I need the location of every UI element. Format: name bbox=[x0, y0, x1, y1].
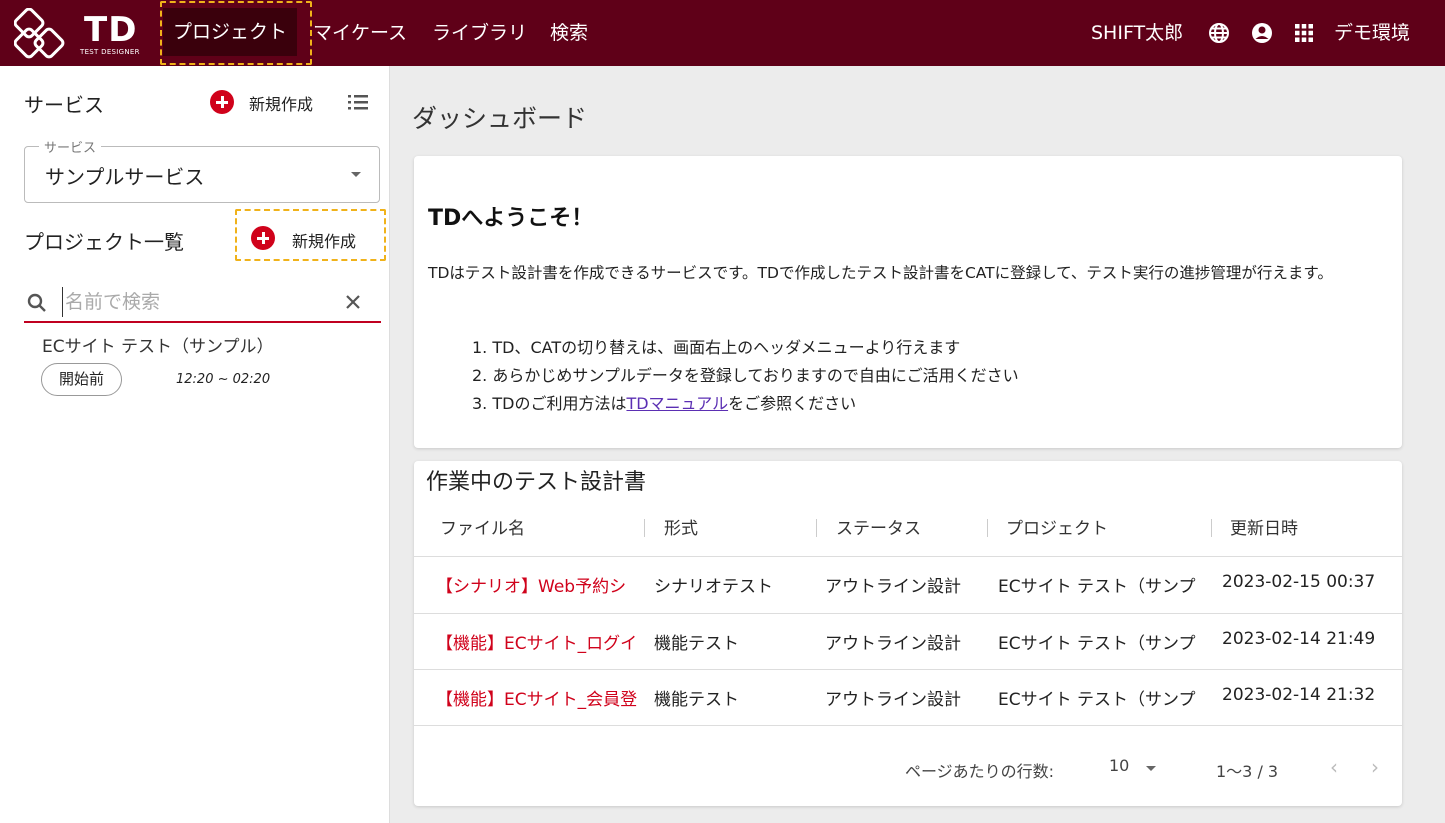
search-icon bbox=[27, 293, 46, 312]
nav-library[interactable]: ライブラリ bbox=[432, 0, 527, 66]
dropdown-caret-icon[interactable] bbox=[1146, 766, 1156, 771]
app-header: TD TEST DESIGNER プロジェクト マイケース ライブラリ 検索 S… bbox=[0, 0, 1445, 66]
file-name-link[interactable]: 【シナリオ】Web予約シ bbox=[436, 572, 654, 597]
table-row[interactable]: 【シナリオ】Web予約シ シナリオテスト アウトライン設計 ECサイト テスト（… bbox=[414, 556, 1402, 612]
table-row[interactable]: 【機能】ECサイト_会員登 機能テスト アウトライン設計 ECサイト テスト（サ… bbox=[414, 669, 1402, 725]
recent-docs-title: 作業中のテスト設計書 bbox=[426, 470, 647, 495]
project-time: 12:20 ~ 02:20 bbox=[176, 372, 271, 387]
file-status: アウトライン設計 bbox=[825, 690, 961, 710]
project-search-input[interactable] bbox=[62, 287, 332, 317]
welcome-description: TDはテスト設計書を作成できるサービスです。TDで作成したテスト設計書をCATに… bbox=[428, 264, 1333, 282]
file-type: 機能テスト bbox=[654, 690, 739, 710]
globe-icon[interactable] bbox=[1207, 21, 1231, 45]
service-new-button[interactable]: 新規作成 bbox=[249, 91, 313, 115]
table-bottom-border bbox=[414, 725, 1402, 726]
item3-prefix: 3. TDのご利用方法は bbox=[472, 394, 627, 413]
project-new-button[interactable]: 新規作成 bbox=[292, 228, 356, 252]
environment-switch[interactable]: デモ環境 bbox=[1334, 0, 1410, 66]
project-search bbox=[24, 283, 381, 323]
rows-per-page-select[interactable]: 10 bbox=[1109, 756, 1129, 775]
column-separator bbox=[816, 519, 817, 537]
account-circle-icon[interactable] bbox=[1250, 21, 1274, 45]
file-project: ECサイト テスト（サンプ bbox=[998, 690, 1196, 710]
table-row[interactable]: 【機能】ECサイト_ログイ 機能テスト アウトライン設計 ECサイト テスト（サ… bbox=[414, 613, 1402, 669]
clear-icon[interactable] bbox=[344, 293, 362, 311]
file-status: アウトライン設計 bbox=[825, 634, 961, 654]
nav-search[interactable]: 検索 bbox=[550, 0, 588, 66]
pagination-range: 1〜3 / 3 bbox=[1216, 762, 1279, 781]
file-updated: 2023-02-15 00:37 bbox=[1222, 572, 1376, 592]
nav-mycase[interactable]: マイケース bbox=[313, 0, 407, 66]
user-name[interactable]: SHIFT太郎 bbox=[1091, 0, 1183, 66]
page-title: ダッシュボード bbox=[412, 104, 588, 133]
project-list-title: プロジェクト一覧 bbox=[24, 230, 184, 254]
service-select-value: サンプルサービス bbox=[45, 165, 205, 189]
file-type: シナリオテスト bbox=[654, 577, 773, 597]
service-select-label: サービス bbox=[39, 137, 102, 156]
column-separator bbox=[644, 519, 645, 537]
apps-grid-icon[interactable] bbox=[1292, 21, 1316, 45]
logo-mark-icon bbox=[14, 8, 65, 59]
left-panel: サービス 新規作成 サービス サンプルサービス プロジェクト一覧 新規作成 EC… bbox=[0, 66, 390, 823]
list-icon[interactable] bbox=[346, 91, 370, 113]
welcome-list: 1. TD、CATの切り替えは、画面右上のヘッダメニューより行えます 2. あら… bbox=[472, 334, 1019, 418]
column-header-updated[interactable]: 更新日時 bbox=[1230, 514, 1298, 539]
column-header-type[interactable]: 形式 bbox=[664, 514, 698, 539]
file-name-link[interactable]: 【機能】ECサイト_会員登 bbox=[436, 685, 654, 710]
welcome-title: TDへようこそ！ bbox=[428, 206, 594, 231]
file-type: 機能テスト bbox=[654, 634, 739, 654]
add-circle-icon[interactable] bbox=[251, 226, 275, 250]
column-header-project[interactable]: プロジェクト bbox=[1006, 514, 1108, 539]
welcome-card: TDへようこそ！ TDはテスト設計書を作成できるサービスです。TDで作成したテス… bbox=[414, 156, 1402, 448]
column-header-status[interactable]: ステータス bbox=[836, 514, 921, 539]
welcome-list-item: 3. TDのご利用方法はTDマニュアルをご参照ください bbox=[472, 390, 1019, 418]
column-separator bbox=[987, 519, 988, 537]
project-list-item[interactable]: ECサイト テスト（サンプル） bbox=[42, 332, 274, 357]
column-separator bbox=[1211, 519, 1212, 537]
logo-subtext: TEST DESIGNER bbox=[80, 48, 140, 56]
file-project: ECサイト テスト（サンプ bbox=[998, 577, 1196, 597]
file-name-link[interactable]: 【機能】ECサイト_ログイ bbox=[436, 629, 654, 654]
logo-text: TD bbox=[84, 10, 138, 50]
file-status: アウトライン設計 bbox=[825, 577, 961, 597]
welcome-list-item: 2. あらかじめサンプルデータを登録しておりますので自由にご活用ください bbox=[472, 366, 1019, 385]
dropdown-caret-icon bbox=[351, 172, 361, 177]
td-logo[interactable]: TD TEST DESIGNER bbox=[14, 8, 149, 60]
item3-suffix: をご参照ください bbox=[728, 394, 857, 413]
chevron-right-icon[interactable]: › bbox=[1371, 755, 1379, 779]
service-section-title: サービス bbox=[24, 93, 104, 117]
nav-project[interactable]: プロジェクト bbox=[163, 8, 298, 56]
add-circle-icon[interactable] bbox=[210, 90, 234, 114]
service-select[interactable]: サービス サンプルサービス bbox=[24, 137, 380, 203]
project-status-chip: 開始前 bbox=[41, 363, 122, 396]
chevron-left-icon[interactable]: ‹ bbox=[1330, 755, 1338, 779]
rows-per-page-label: ページあたりの行数: bbox=[905, 762, 1055, 781]
file-project: ECサイト テスト（サンプ bbox=[998, 634, 1196, 654]
recent-docs-card: 作業中のテスト設計書 ファイル名 形式 ステータス プロジェクト 更新日時 【シ… bbox=[414, 461, 1402, 806]
manual-link[interactable]: TDマニュアル bbox=[626, 394, 728, 413]
file-updated: 2023-02-14 21:49 bbox=[1222, 629, 1376, 649]
file-updated: 2023-02-14 21:32 bbox=[1222, 685, 1376, 705]
welcome-list-item: 1. TD、CATの切り替えは、画面右上のヘッダメニューより行えます bbox=[472, 338, 961, 357]
column-header-file[interactable]: ファイル名 bbox=[440, 514, 525, 539]
